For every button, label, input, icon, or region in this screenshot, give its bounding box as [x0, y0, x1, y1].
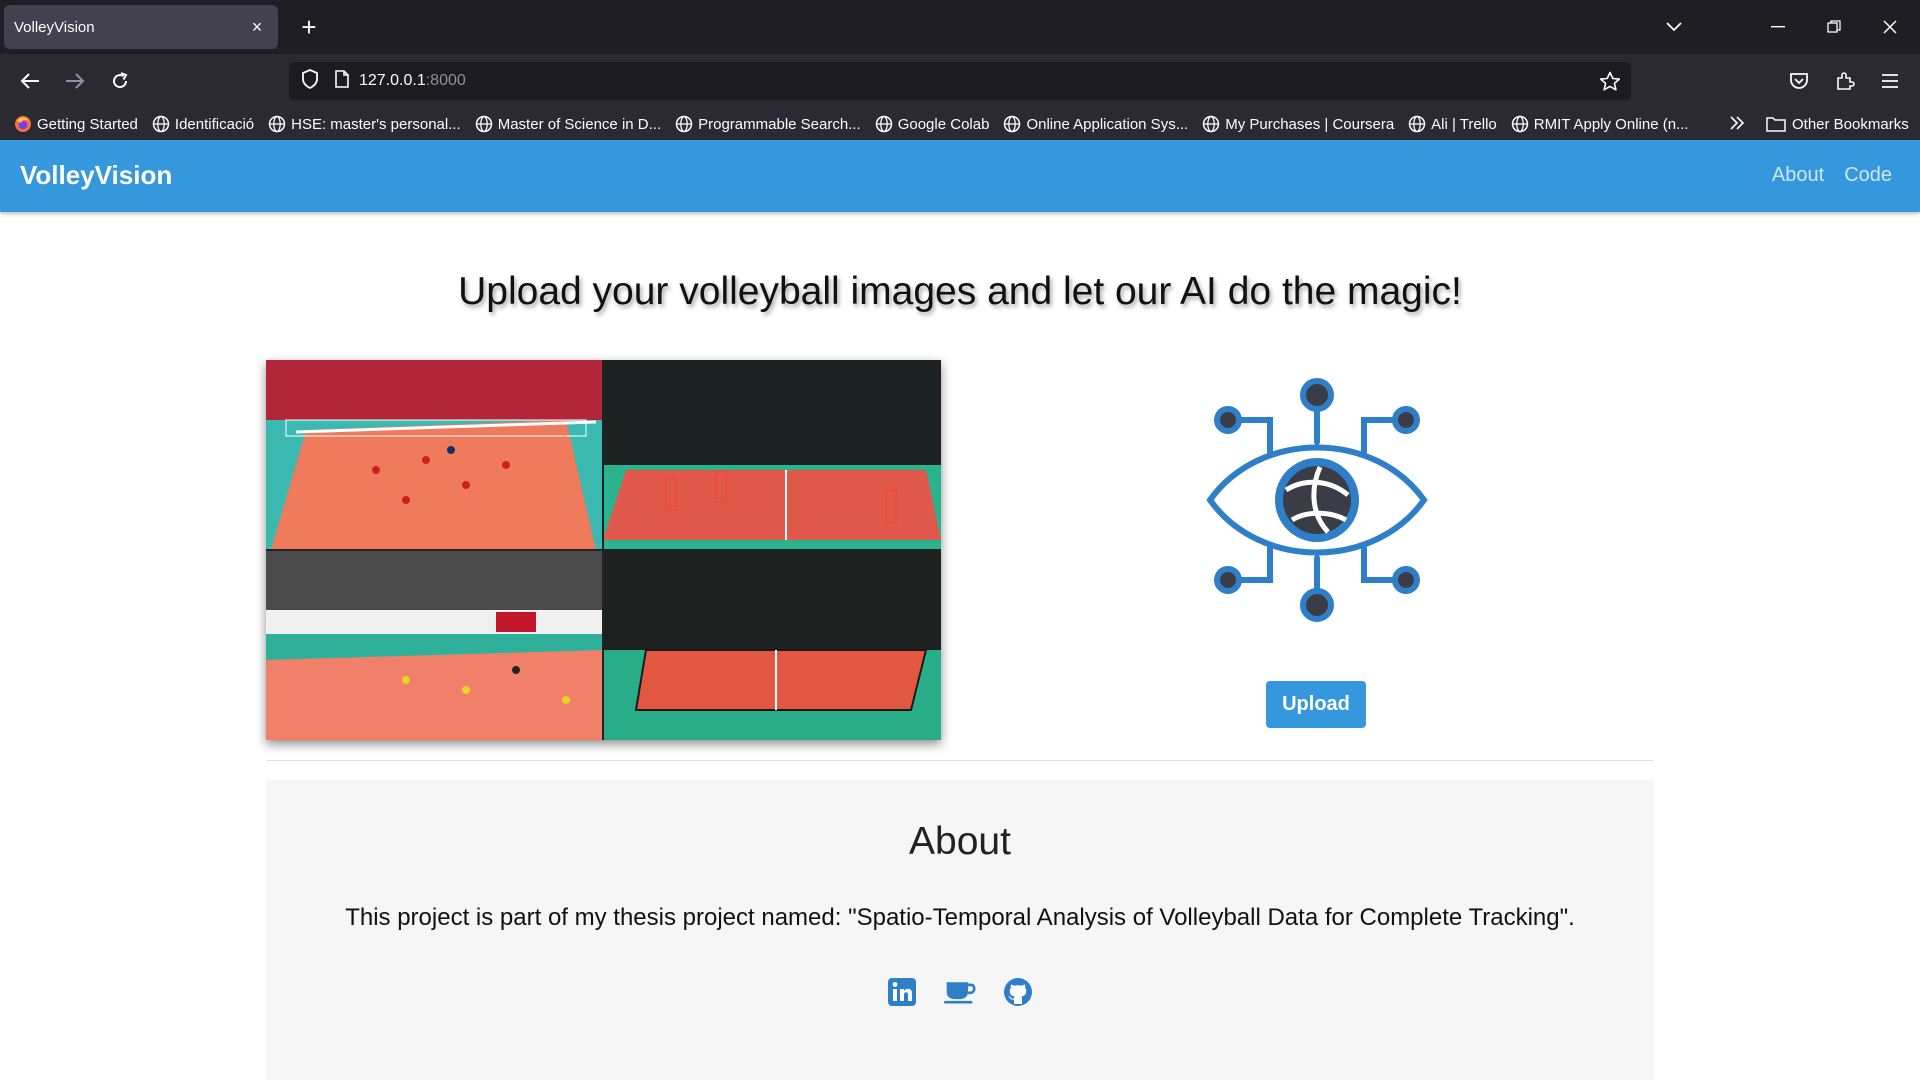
bookmark-label: My Purchases | Coursera	[1225, 115, 1395, 133]
page-icon	[335, 69, 349, 93]
github-icon[interactable]	[1002, 976, 1034, 1008]
site-nav-links: About Code	[1772, 164, 1892, 187]
extensions-icon[interactable]	[1829, 65, 1861, 97]
menu-icon[interactable]	[1874, 65, 1906, 97]
volleyvision-eye-logo	[1200, 370, 1434, 630]
new-tab-button[interactable]: +	[293, 11, 325, 43]
bookmark-item[interactable]: RMIT Apply Online (n...	[1511, 115, 1689, 133]
globe-icon	[1511, 115, 1529, 133]
page-headline: Upload your volleyball images and let ou…	[458, 270, 1462, 313]
other-bookmarks-label: Other Bookmarks	[1792, 115, 1909, 133]
tab-close-icon[interactable]: ×	[246, 17, 268, 38]
globe-icon	[875, 115, 892, 133]
globe-icon	[152, 115, 170, 133]
forward-arrow-icon[interactable]	[59, 65, 91, 97]
volleyball-collage-image	[266, 360, 941, 740]
bookmark-label: Programmable Search...	[698, 115, 861, 133]
globe-icon	[1408, 115, 1426, 133]
social-links	[266, 976, 1654, 1008]
bookmark-item[interactable]: HSE: master's personal...	[268, 115, 461, 133]
bookmark-item[interactable]: Getting Started	[14, 115, 138, 133]
minimize-window-icon[interactable]	[1756, 0, 1800, 54]
other-bookmarks[interactable]: Other Bookmarks	[1766, 108, 1909, 140]
shield-icon[interactable]	[301, 68, 319, 94]
reload-icon[interactable]	[104, 65, 136, 97]
bookmark-star-icon[interactable]	[1599, 71, 1621, 97]
nav-link-about[interactable]: About	[1772, 164, 1824, 187]
globe-icon	[475, 115, 492, 133]
site-navbar: VolleyVision About Code	[0, 140, 1920, 212]
bookmark-label: HSE: master's personal...	[291, 115, 461, 133]
bookmark-label: Getting Started	[37, 115, 138, 133]
bookmark-label: Google Colab	[897, 115, 990, 133]
globe-icon	[675, 115, 693, 133]
coffee-icon[interactable]	[944, 976, 976, 1008]
pocket-icon[interactable]	[1783, 65, 1815, 97]
about-section: About This project is part of my thesis …	[266, 780, 1654, 1080]
bookmark-item[interactable]: Identificació	[152, 115, 254, 133]
bookmark-item[interactable]: Master of Science in D...	[475, 115, 661, 133]
tab-title: VolleyVision	[14, 18, 95, 36]
bookmark-label: Identificació	[174, 115, 255, 133]
browser-tab[interactable]: VolleyVision ×	[4, 5, 278, 49]
list-all-tabs-icon[interactable]	[1658, 0, 1690, 54]
more-bookmarks-icon[interactable]	[1728, 114, 1746, 137]
bookmark-label: Master of Science in D...	[497, 115, 662, 133]
url-host: 127.0.0.1	[359, 72, 426, 89]
bookmark-label: RMIT Apply Online (n...	[1533, 115, 1689, 133]
bookmark-item[interactable]: My Purchases | Coursera	[1202, 115, 1394, 133]
folder-icon	[1766, 117, 1786, 132]
restore-window-icon[interactable]	[1812, 0, 1856, 54]
linkedin-icon[interactable]	[886, 976, 918, 1008]
globe-icon	[1004, 115, 1021, 133]
bookmark-item[interactable]: Programmable Search...	[675, 115, 861, 133]
about-title: About	[909, 820, 1011, 863]
about-description: This project is part of my thesis projec…	[345, 904, 1575, 931]
bookmark-item[interactable]: Online Application Sys...	[1003, 115, 1188, 133]
bookmark-label: Online Application Sys...	[1026, 115, 1189, 133]
close-window-icon[interactable]	[1868, 0, 1912, 54]
url-bar[interactable]: 127.0.0.1:8000	[289, 62, 1631, 100]
back-arrow-icon[interactable]	[14, 65, 46, 97]
browser-tab-bar: VolleyVision × +	[0, 0, 1920, 54]
firefox-icon	[15, 116, 31, 132]
bookmarks-bar: Getting Started Identificació HSE: maste…	[0, 108, 1920, 140]
url-port: :8000	[425, 72, 466, 89]
nav-link-code[interactable]: Code	[1844, 164, 1892, 187]
upload-button[interactable]: Upload	[1266, 681, 1366, 728]
brand-logo-text[interactable]: VolleyVision	[20, 160, 172, 191]
globe-icon	[1202, 115, 1220, 133]
section-divider	[266, 760, 1654, 761]
bookmark-item[interactable]: Google Colab	[875, 115, 990, 133]
url-text[interactable]: 127.0.0.1:8000	[359, 72, 466, 90]
globe-icon	[268, 115, 286, 133]
bookmark-label: Ali | Trello	[1431, 115, 1497, 133]
bookmark-item[interactable]: Ali | Trello	[1408, 115, 1497, 133]
browser-toolbar: 127.0.0.1:8000	[0, 54, 1920, 108]
